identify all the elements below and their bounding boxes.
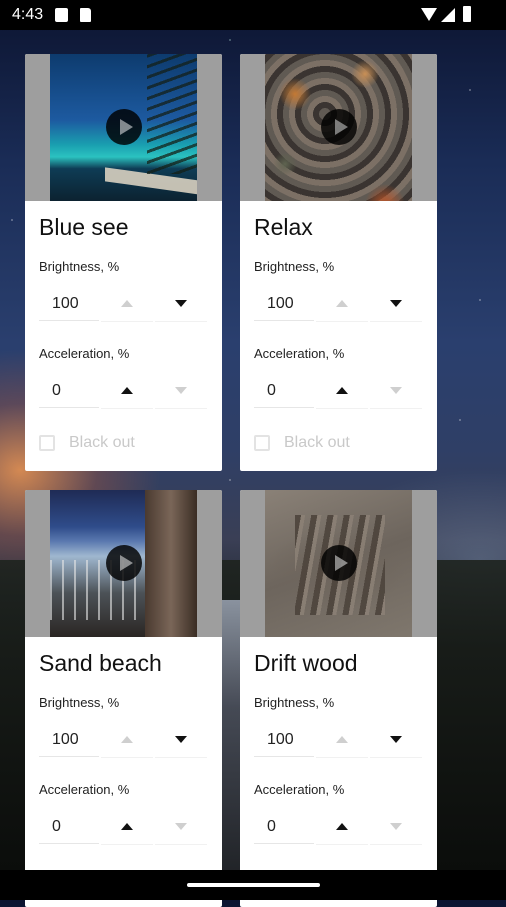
blackout-label: Black out [69,434,135,451]
brightness-increase-button[interactable] [316,287,368,322]
play-icon[interactable] [321,109,357,145]
blackout-checkbox[interactable] [39,435,55,451]
acceleration-label: Acceleration, % [39,782,130,797]
arrow-up-icon [121,387,133,394]
brightness-increase-button[interactable] [316,723,368,758]
arrow-down-icon [175,300,187,307]
brightness-label: Brightness, % [39,259,120,274]
scene-title: Blue see [39,214,129,240]
acceleration-value[interactable]: 0 [39,374,99,408]
brightness-decrease-button[interactable] [155,723,207,758]
acceleration-decrease-button[interactable] [155,810,207,845]
acceleration-decrease-button[interactable] [370,374,422,409]
acceleration-label: Acceleration, % [254,782,345,797]
scene-card-sand-beach: Sand beach Brightness, % 100 Acceleratio… [25,490,222,907]
scene-thumbnail[interactable] [25,54,222,201]
wooden-post-shape [145,490,197,637]
status-time: 4:43 [12,6,44,23]
scene-thumbnail[interactable] [25,490,222,637]
battery-icon [463,6,471,22]
blackout-option[interactable]: Black out [254,432,350,454]
brightness-decrease-button[interactable] [370,723,422,758]
brightness-label: Brightness, % [254,695,335,710]
arrow-down-icon [390,736,402,743]
arrow-up-icon [121,823,133,830]
blackout-label: Black out [284,434,350,451]
scene-preview-image [265,54,412,201]
arrow-down-icon [175,736,187,743]
acceleration-label: Acceleration, % [39,346,130,361]
scene-title: Drift wood [254,650,358,676]
status-bar: 4:43 [0,0,506,30]
acceleration-value[interactable]: 0 [254,810,314,844]
acceleration-decrease-button[interactable] [370,810,422,845]
scene-preview-image [265,490,412,637]
acceleration-label: Acceleration, % [254,346,345,361]
palm-leaves-shape [147,54,197,174]
scene-card-relax: Relax Brightness, % 100 Acceleration, % … [240,54,437,471]
brightness-value[interactable]: 100 [254,287,314,321]
brightness-decrease-button[interactable] [155,287,207,322]
cell-signal-icon [441,8,455,22]
scene-card-blue-see: Blue see Brightness, % 100 Acceleration,… [25,54,222,471]
arrow-down-icon [390,823,402,830]
arrow-up-icon [336,823,348,830]
scene-preview-image [50,54,197,201]
brightness-label: Brightness, % [39,695,120,710]
acceleration-decrease-button[interactable] [155,374,207,409]
home-gesture-handle[interactable] [187,883,320,887]
brightness-increase-button[interactable] [101,723,153,758]
arrow-up-icon [336,387,348,394]
blackout-option[interactable]: Black out [39,432,135,454]
play-icon[interactable] [106,545,142,581]
scene-title: Relax [254,214,313,240]
brightness-label: Brightness, % [254,259,335,274]
arrow-up-icon [121,736,133,743]
arrow-up-icon [336,736,348,743]
acceleration-value[interactable]: 0 [39,810,99,844]
notification-icon [55,8,68,22]
play-icon[interactable] [106,109,142,145]
acceleration-increase-button[interactable] [101,374,153,409]
brightness-value[interactable]: 100 [254,723,314,757]
acceleration-increase-button[interactable] [101,810,153,845]
light-trail-background [222,600,240,870]
scene-thumbnail[interactable] [240,54,437,201]
acceleration-increase-button[interactable] [316,374,368,409]
arrow-down-icon [175,823,187,830]
brightness-decrease-button[interactable] [370,287,422,322]
arrow-down-icon [175,387,187,394]
acceleration-increase-button[interactable] [316,810,368,845]
sd-card-icon [80,8,91,22]
brightness-value[interactable]: 100 [39,287,99,321]
scene-thumbnail[interactable] [240,490,437,637]
scene-title: Sand beach [39,650,162,676]
brightness-value[interactable]: 100 [39,723,99,757]
wifi-icon [421,8,437,21]
scene-card-drift-wood: Drift wood Brightness, % 100 Acceleratio… [240,490,437,907]
arrow-down-icon [390,300,402,307]
arrow-down-icon [390,387,402,394]
brightness-increase-button[interactable] [101,287,153,322]
acceleration-value[interactable]: 0 [254,374,314,408]
arrow-up-icon [336,300,348,307]
play-icon[interactable] [321,545,357,581]
blackout-checkbox[interactable] [254,435,270,451]
scene-preview-image [50,490,197,637]
arrow-up-icon [121,300,133,307]
